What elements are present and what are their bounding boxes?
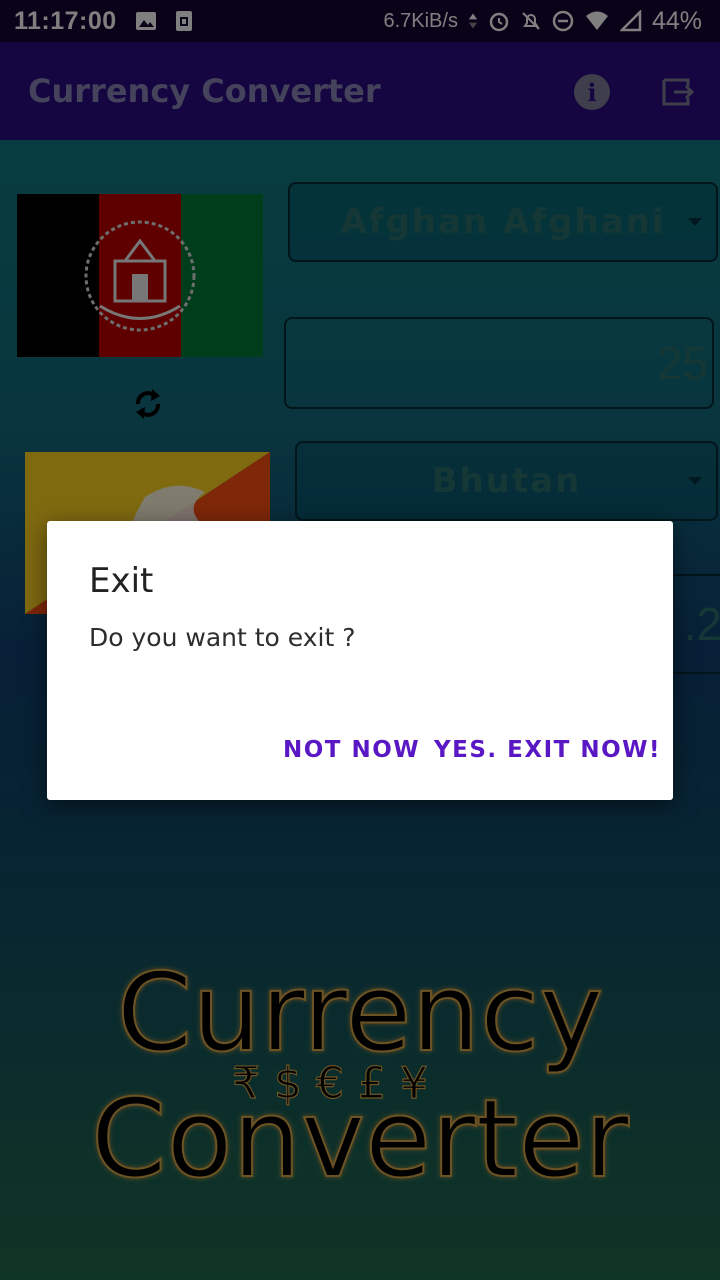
exit-now-button[interactable]: YES. EXIT NOW!	[434, 737, 661, 763]
dialog-title: Exit	[89, 561, 154, 601]
not-now-button[interactable]: NOT NOW	[283, 737, 420, 763]
exit-dialog: Exit Do you want to exit ? NOT NOW YES. …	[47, 521, 673, 800]
dialog-message: Do you want to exit ?	[89, 623, 356, 652]
